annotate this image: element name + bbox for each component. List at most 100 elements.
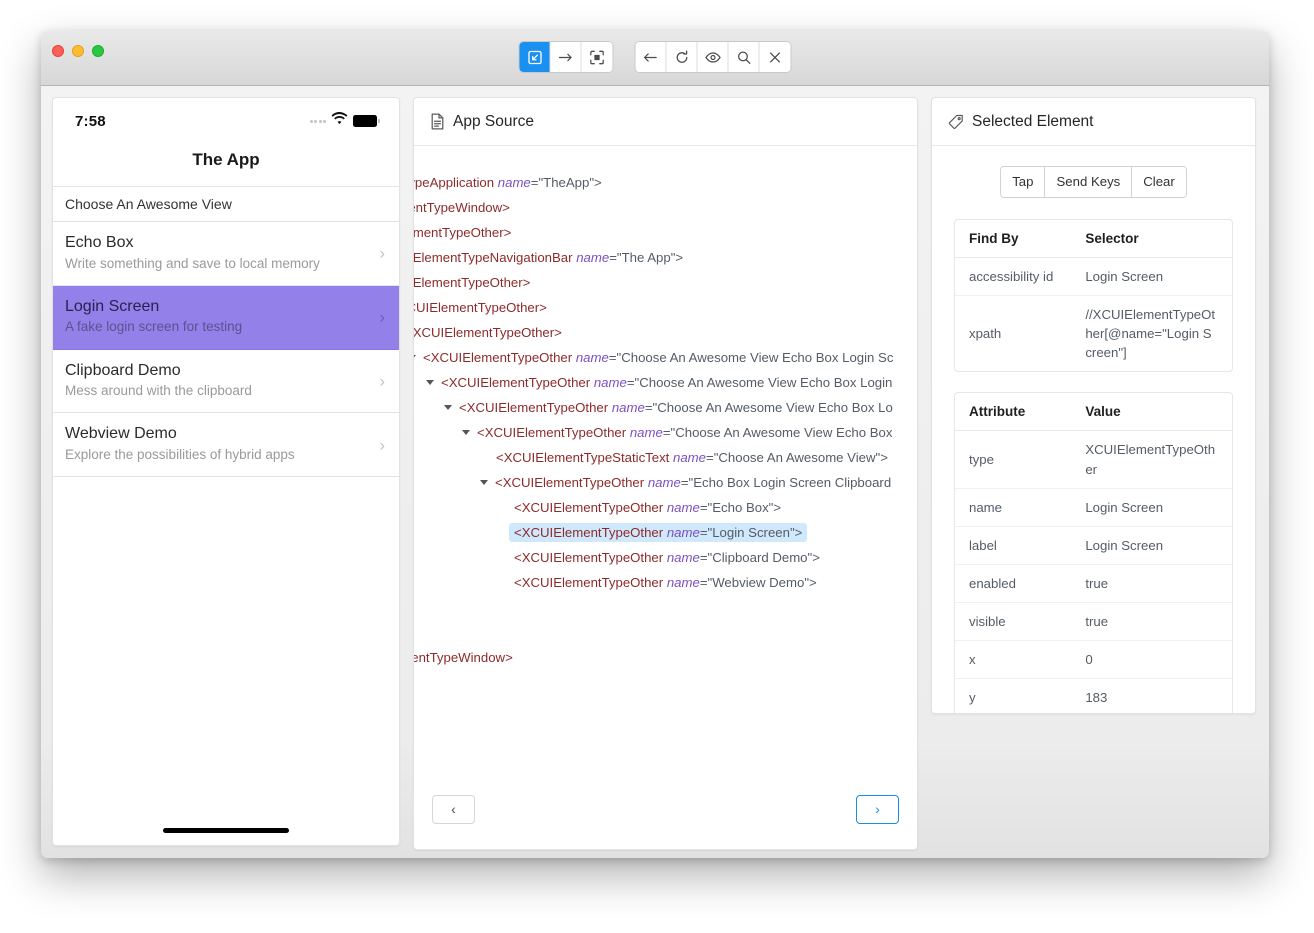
status-indicators: [309, 112, 380, 130]
xml-node-selected[interactable]: <XCUIElementTypeOther name="Login Screen…: [414, 520, 917, 545]
device-cell-title: Login Screen: [65, 297, 160, 315]
xml-node[interactable]: <XCUIElementTypeOther name="Clipboard De…: [414, 545, 917, 570]
xml-tag-name: ementTypeWindow>: [414, 200, 510, 215]
attributes-table: Attribute Value type XCUIElementTypeOther…: [955, 393, 1232, 713]
next-page-button[interactable]: ›: [856, 794, 899, 824]
signal-dots-icon: [309, 119, 326, 123]
xml-node-content: ntTypeApplication name="TheApp">: [414, 175, 602, 190]
back-button[interactable]: [635, 42, 667, 72]
eye-icon: [704, 50, 721, 65]
selected-element-panel: Selected Element Tap Send Keys Clear Find …: [931, 97, 1256, 714]
xml-node[interactable]: ntTypeApplication name="TheApp">: [414, 170, 917, 195]
table-cell-value: Login Screen: [1071, 257, 1232, 296]
device-cell-subtitle: Write something and save to local memory: [65, 255, 320, 271]
xml-node[interactable]: <XCUIElementTypeOther name="Choose An Aw…: [414, 370, 917, 395]
select-element-button[interactable]: [519, 42, 551, 72]
action-button-tap[interactable]: Tap: [1001, 167, 1046, 197]
xml-attribute-value: ="Choose An Awesome View Echo Box: [662, 425, 893, 440]
xml-attribute-name: name: [576, 250, 610, 265]
xml-tag-name: <XCUIElementTypeOther>: [414, 300, 547, 315]
app-source-header: App Source: [414, 98, 917, 146]
device-cell-list: Echo Box Write something and save to loca…: [53, 222, 399, 478]
device-status-bar: 7:58: [53, 98, 399, 138]
attributes-header-attribute: Attribute: [955, 393, 1072, 432]
xml-node-content: <XCUIElementTypeOther>: [414, 300, 547, 315]
xml-node[interactable]: ementTypeWindow>: [414, 195, 917, 220]
refresh-button[interactable]: [666, 42, 698, 72]
swipe-button[interactable]: [550, 42, 582, 72]
action-button-clear[interactable]: Clear: [1132, 167, 1186, 197]
xml-node: [414, 620, 917, 645]
xml-node[interactable]: IElementTypeOther>: [414, 220, 917, 245]
xml-node-content: <XCUIElementTypeOther name="Webview Demo…: [514, 575, 817, 590]
expand-caret-icon[interactable]: [444, 405, 452, 411]
close-window-button[interactable]: [52, 45, 64, 57]
xml-node[interactable]: <XCUIElementTypeOther name="Webview Demo…: [414, 570, 917, 595]
tag-icon: [948, 114, 964, 130]
xml-attribute-value: ="Choose An Awesome View">: [706, 450, 888, 465]
xml-node[interactable]: CUIElementTypeOther>: [414, 270, 917, 295]
xml-tag-name: <XCUIElementTypeOther: [514, 525, 664, 540]
table-cell-value: true: [1071, 564, 1232, 604]
table-cell-value: XCUIElementTypeOther: [1071, 430, 1232, 489]
xml-attribute-name: name: [647, 475, 681, 490]
chevron-right-icon: ›: [379, 371, 385, 391]
xml-node[interactable]: <XCUIElementTypeStaticText name="Choose …: [414, 445, 917, 470]
xml-tag-name: IElementTypeOther>: [414, 225, 512, 240]
table-cell-key: accessibility id: [955, 257, 1072, 296]
xml-node-content: lementTypeWindow>: [414, 650, 513, 665]
xml-attribute-name: name: [593, 375, 627, 390]
expand-caret-icon[interactable]: [462, 430, 470, 436]
home-indicator[interactable]: [53, 815, 399, 845]
xml-attribute-name: name: [629, 425, 663, 440]
expand-caret-icon[interactable]: [480, 480, 488, 486]
app-source-footer: ‹ ›: [414, 783, 917, 849]
status-time: 7:58: [75, 112, 106, 130]
screenshot-button[interactable]: [581, 42, 613, 72]
quit-button[interactable]: [759, 42, 791, 72]
locator-table-body: accessibility id Login Screen xpath //XCUIE…: [955, 257, 1232, 371]
xml-node-content: <XCUIElementTypeOther name="Echo Box Log…: [495, 475, 891, 490]
xml-node[interactable]: <XCUIElementTypeOther>: [414, 295, 917, 320]
xml-tag-name: CUIElementTypeNavigationBar: [414, 250, 573, 265]
xml-tag-name: <XCUIElementTypeOther: [514, 575, 664, 590]
inspect-button[interactable]: [697, 42, 729, 72]
xml-node[interactable]: <XCUIElementTypeOther name="Choose An Aw…: [414, 395, 917, 420]
xml-tree[interactable]: ntTypeApplication name="TheApp"> ementTyp…: [414, 146, 917, 783]
table-cell-key: name: [955, 488, 1072, 527]
device-cell-title: Clipboard Demo: [65, 361, 181, 379]
expand-caret-icon[interactable]: [414, 355, 416, 361]
xml-node[interactable]: <XCUIElementTypeOther name="Choose An Aw…: [414, 420, 917, 445]
xml-node[interactable]: lementTypeWindow>: [414, 645, 917, 670]
expand-caret-icon[interactable]: [426, 380, 434, 386]
xml-tag-name: lementTypeWindow>: [414, 650, 513, 665]
table-row: enabled true: [955, 564, 1232, 604]
device-cell[interactable]: Echo Box Write something and save to loca…: [53, 222, 399, 286]
search-button[interactable]: [728, 42, 760, 72]
device-cell[interactable]: Webview Demo Explore the possibilities of…: [53, 413, 399, 478]
xml-node[interactable]: <XCUIElementTypeOther name="Choose An Aw…: [414, 345, 917, 370]
previous-page-button[interactable]: ‹: [432, 794, 475, 824]
action-button-send-keys[interactable]: Send Keys: [1045, 167, 1133, 197]
table-cell-value: Login Screen: [1071, 526, 1232, 565]
xml-node[interactable]: <XCUIElementTypeOther name="Echo Box">: [414, 495, 917, 520]
xml-tag-name: <XCUIElementTypeOther: [514, 550, 664, 565]
table-row: visible true: [955, 602, 1232, 642]
zoom-window-button[interactable]: [92, 45, 104, 57]
xml-tag-name: <XCUIElementTypeOther: [495, 475, 645, 490]
xml-node[interactable]: <XCUIElementTypeOther name="Echo Box Log…: [414, 470, 917, 495]
xml-tag-name: <XCUIElementTypeOther: [514, 500, 664, 515]
device-cell[interactable]: Clipboard Demo Mess around with the clipb…: [53, 350, 399, 414]
xml-attribute-value: ="Choose An Awesome View Echo Box Login: [626, 375, 893, 390]
device-blank-area: [53, 477, 399, 815]
xml-node[interactable]: <XCUIElementTypeOther>: [414, 320, 917, 345]
table-row: name Login Screen: [955, 488, 1232, 527]
xml-node-content: CUIElementTypeOther>: [414, 275, 530, 290]
xml-node[interactable]: CUIElementTypeNavigationBar name="The Ap…: [414, 245, 917, 270]
app-source-body[interactable]: ntTypeApplication name="TheApp"> ementTyp…: [414, 146, 917, 783]
table-cell-key: type: [955, 430, 1072, 489]
device-cell[interactable]: Login Screen A fake login screen for test…: [53, 285, 399, 350]
minimize-window-button[interactable]: [72, 45, 84, 57]
xml-attribute-value: ="Echo Box">: [699, 500, 782, 515]
xml-attribute-value: ="Webview Demo">: [699, 575, 817, 590]
